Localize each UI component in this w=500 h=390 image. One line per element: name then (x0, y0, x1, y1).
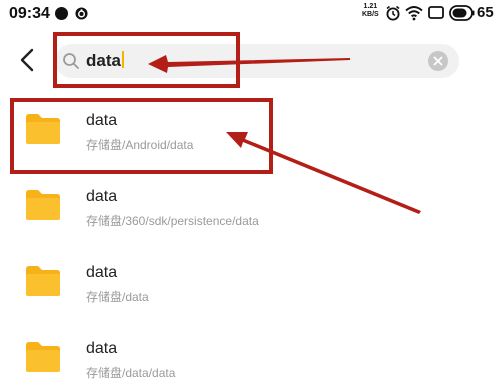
list-item[interactable]: data 存储盘/data (0, 252, 500, 314)
item-name: data (86, 340, 118, 357)
wifi-icon (405, 6, 423, 21)
folder-icon (26, 342, 60, 372)
status-time: 09:34 (9, 5, 50, 22)
annotation-box-search (53, 32, 240, 88)
network-speed-value: 1.21 (363, 3, 378, 10)
folder-icon (26, 190, 60, 220)
close-icon (433, 56, 443, 66)
battery-icon (449, 5, 475, 21)
back-button[interactable] (14, 45, 42, 75)
app-notification-icon (75, 7, 88, 20)
screen-icon (428, 6, 444, 19)
annotation-box-result (10, 98, 273, 174)
battery-level: 65 (477, 4, 494, 21)
network-speed: 1.21 KB/S (362, 3, 379, 19)
status-bar: 09:34 1.21 KB/S 65 (0, 0, 500, 28)
list-item[interactable]: data 存储盘/data/data (0, 328, 500, 390)
notification-dot-icon (55, 7, 68, 20)
list-item[interactable]: data 存储盘/360/sdk/persistence/data (0, 176, 500, 238)
clear-search-button[interactable] (428, 51, 448, 71)
item-path: 存储盘/data (86, 290, 149, 304)
alarm-icon (386, 5, 400, 21)
folder-icon (26, 266, 60, 296)
item-name: data (86, 264, 118, 281)
item-path: 存储盘/data/data (86, 366, 176, 380)
item-name: data (86, 188, 118, 205)
item-path: 存储盘/360/sdk/persistence/data (86, 214, 259, 228)
network-speed-unit: KB/S (362, 11, 379, 18)
